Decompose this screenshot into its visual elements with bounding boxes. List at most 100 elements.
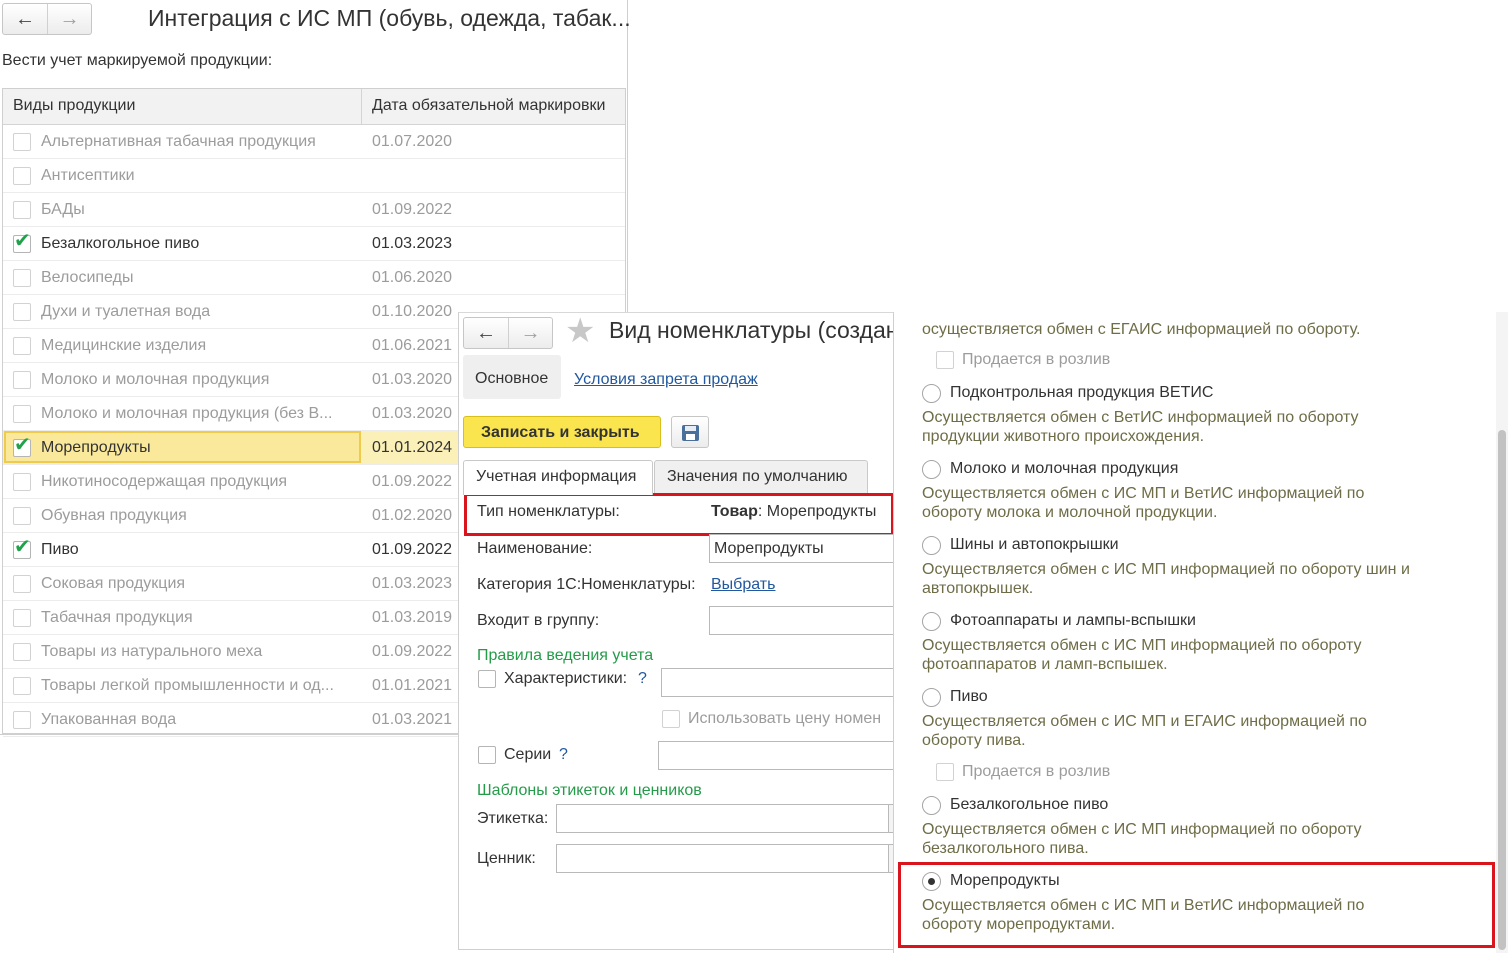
nav-buttons: ← →: [463, 317, 553, 349]
option-description: Осуществляется обмен с ИС МП информацией…: [922, 637, 1362, 673]
favorite-star-icon[interactable]: ★: [565, 313, 595, 351]
product-type-name: Товары легкой промышленности и од...: [41, 677, 334, 694]
option-radio[interactable]: [922, 460, 941, 479]
marking-date: 01.09.2022: [372, 473, 453, 490]
option-radio[interactable]: [922, 536, 941, 555]
label-template-input[interactable]: [556, 804, 894, 833]
name-input[interactable]: Морепродукты: [709, 534, 894, 563]
templates-header: Шаблоны этикеток и ценников: [477, 782, 702, 799]
product-type-name: Обувная продукция: [41, 507, 187, 524]
window-title: Интеграция с ИС МП (обувь, одежда, табак…: [148, 5, 631, 31]
series-label: Серии: [504, 746, 552, 763]
row-checkbox[interactable]: [13, 269, 31, 287]
characteristics-help-icon[interactable]: ?: [638, 670, 647, 688]
row-checkbox[interactable]: [13, 677, 31, 695]
save-button[interactable]: [671, 416, 709, 448]
back-arrow-icon[interactable]: ←: [464, 318, 508, 348]
row-checkbox[interactable]: [13, 643, 31, 661]
forward-arrow-icon[interactable]: →: [508, 318, 552, 348]
option-label[interactable]: Безалкогольное пиво: [950, 796, 1108, 814]
section-caption: Вести учет маркируемой продукции:: [2, 52, 273, 69]
series-checkbox[interactable]: [478, 746, 496, 764]
row-checkbox[interactable]: [13, 711, 31, 729]
characteristics-checkbox[interactable]: [478, 670, 496, 688]
save-and-close-button[interactable]: Записать и закрыть: [463, 416, 661, 448]
option-label[interactable]: Молоко и молочная продукция: [950, 460, 1178, 478]
row-checkbox[interactable]: [13, 473, 31, 491]
back-arrow-icon[interactable]: ←: [3, 4, 47, 34]
row-checkbox[interactable]: [13, 303, 31, 321]
group-label: Входит в группу:: [477, 612, 600, 629]
checkmark-icon: ✔: [14, 434, 31, 456]
product-type-name: Духи и туалетная вода: [41, 303, 211, 320]
row-checkbox[interactable]: [13, 337, 31, 355]
scrollbar-thumb[interactable]: [1498, 430, 1506, 950]
marking-date: 01.01.2024: [372, 439, 453, 456]
row-checkbox[interactable]: [13, 371, 31, 389]
marking-date: 01.03.2023: [372, 235, 453, 252]
draft-sale-checkbox[interactable]: [936, 351, 954, 369]
option-description: Осуществляется обмен с ИС МП и ЕГАИС инф…: [922, 713, 1367, 749]
table-row[interactable]: Велосипеды 01.06.2020: [3, 261, 625, 295]
row-checkbox[interactable]: [13, 201, 31, 219]
use-price-checkbox[interactable]: [662, 710, 680, 728]
tab-accounting-info[interactable]: Учетная информация: [463, 460, 653, 495]
option-description: Осуществляется обмен с ИС МП информацией…: [922, 821, 1362, 857]
forward-arrow-icon[interactable]: →: [47, 4, 91, 34]
option-label[interactable]: Подконтрольная продукция ВЕТИС: [950, 384, 1213, 402]
product-type-name: Велосипеды: [41, 269, 134, 286]
row-checkbox[interactable]: ✔: [13, 231, 31, 253]
label-template-label: Этикетка:: [477, 810, 549, 827]
option-radio[interactable]: [922, 688, 941, 707]
marking-date: 01.03.2020: [372, 371, 453, 388]
option-label[interactable]: Фотоаппараты и лампы-вспышки: [950, 612, 1196, 630]
price-tag-label: Ценник:: [477, 850, 536, 867]
column-header-marking-date[interactable]: Дата обязательной маркировки: [372, 97, 605, 115]
group-input[interactable]: [709, 606, 894, 635]
option-label[interactable]: Пиво: [950, 688, 988, 706]
accounting-type-options-panel: осуществляется обмен с ЕГАИС информацией…: [893, 312, 1510, 953]
characteristics-input[interactable]: [661, 668, 894, 697]
row-checkbox[interactable]: ✔: [13, 435, 31, 457]
row-checkbox[interactable]: [13, 507, 31, 525]
row-checkbox[interactable]: [13, 133, 31, 151]
price-tag-input[interactable]: [556, 844, 894, 873]
product-type-name: Альтернативная табачная продукция: [41, 133, 316, 150]
product-type-name: Никотиносодержащая продукция: [41, 473, 288, 490]
tab-default-values[interactable]: Значения по умолчанию: [654, 460, 868, 494]
marking-date: 01.09.2022: [372, 541, 453, 558]
name-label: Наименование:: [477, 540, 593, 557]
draft-sale-label: Продается в розлив: [962, 763, 1111, 780]
vertical-scrollbar[interactable]: [1496, 312, 1508, 953]
draft-sale-checkbox[interactable]: [936, 763, 954, 781]
series-input[interactable]: [658, 741, 894, 770]
row-checkbox[interactable]: [13, 167, 31, 185]
sales-ban-conditions-link[interactable]: Условия запрета продаж: [574, 371, 758, 389]
row-checkbox[interactable]: [13, 575, 31, 593]
marking-date: 01.10.2020: [372, 303, 453, 320]
option-radio[interactable]: [922, 384, 941, 403]
option-radio[interactable]: [922, 796, 941, 815]
characteristics-label: Характеристики:: [504, 670, 628, 687]
row-checkbox[interactable]: [13, 405, 31, 423]
series-help-icon[interactable]: ?: [559, 746, 568, 764]
marking-date: 01.09.2022: [372, 643, 453, 660]
marking-date: 01.01.2021: [372, 677, 453, 694]
category-select-link[interactable]: Выбрать: [711, 576, 775, 594]
table-row[interactable]: ✔ Безалкогольное пиво 01.03.2023: [3, 227, 625, 261]
option-radio[interactable]: [922, 612, 941, 631]
product-type-name: Медицинские изделия: [41, 337, 207, 354]
option-label[interactable]: Шины и автопокрышки: [950, 536, 1119, 554]
table-row[interactable]: Антисептики: [3, 159, 625, 193]
row-checkbox[interactable]: [13, 609, 31, 627]
column-header-product-types[interactable]: Виды продукции: [13, 97, 135, 115]
product-type-name: БАДы: [41, 201, 85, 218]
table-row[interactable]: Альтернативная табачная продукция 01.07.2…: [3, 125, 625, 159]
option-description: осуществляется обмен с ЕГАИС информацией…: [922, 321, 1361, 338]
table-row[interactable]: БАДы 01.09.2022: [3, 193, 625, 227]
marking-date: 01.06.2020: [372, 269, 453, 286]
option-description: Осуществляется обмен с ИС МП информацией…: [922, 561, 1410, 597]
tab-main[interactable]: Основное: [463, 355, 561, 399]
row-checkbox[interactable]: ✔: [13, 537, 31, 559]
product-type-name: Молоко и молочная продукция: [41, 371, 270, 388]
